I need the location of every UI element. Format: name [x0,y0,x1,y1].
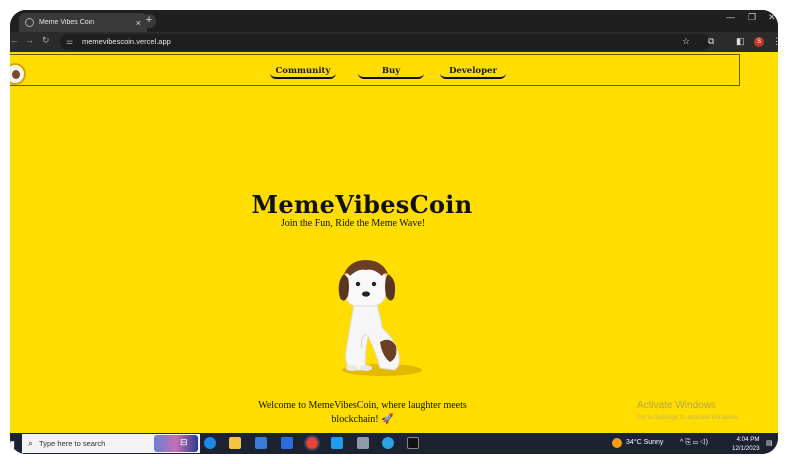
restore-button[interactable]: ❐ [748,12,756,23]
forward-arrow-icon[interactable]: → [25,35,34,45]
nav-community-link[interactable]: Community [270,65,336,79]
reload-icon[interactable]: ↻ [42,35,50,46]
weather-icon [612,438,622,448]
welcome-text: Welcome to MemeVibesCoin, where laughter… [250,399,475,427]
browser-tab-strip: Meme Vibes Coin × + — ❐ ✕ [10,10,778,32]
activate-windows-title: Activate Windows [637,400,716,411]
site-logo[interactable] [10,63,26,85]
vscode-icon[interactable] [331,437,343,449]
file-explorer-icon[interactable] [229,437,241,449]
address-bar[interactable]: ⚌ memevibescoin.vercel.app [60,34,710,50]
nav-buy-link[interactable]: Buy [358,65,424,79]
taskbar-clock[interactable]: 4:04 PM 12/1/2023 [732,435,760,453]
store-icon[interactable] [255,437,267,449]
device-frame: Meme Vibes Coin × + — ❐ ✕ ← → ↻ ⚌ memevi… [0,0,788,464]
site-navbar: Community Buy Developer [10,54,740,86]
start-button[interactable]: ▮ [10,439,15,450]
tab-favicon-icon [25,18,34,27]
welcome-line-2: blockchain! 🚀 [331,414,394,425]
terminal-icon[interactable] [407,437,419,449]
browser-tab[interactable]: Meme Vibes Coin × [19,13,147,32]
tab-title: Meme Vibes Coin [39,19,95,26]
chrome-icon[interactable] [304,435,320,451]
activate-windows-subtitle: Go to Settings to activate Windows. [637,414,740,421]
dog-mascot-image [338,260,422,376]
tray-icons[interactable]: ^ ⎘ ▭ ◁) [680,439,708,447]
clock-time: 4:04 PM [736,436,760,443]
weather-text[interactable]: 34°C Sunny [626,439,663,446]
browser-toolbar: ← → ↻ ⚌ memevibescoin.vercel.app ☆ ⧉ ◧ S… [10,32,778,52]
welcome-line-1: Welcome to MemeVibesCoin, where laughter… [258,400,467,411]
taskbar-search-placeholder: Type here to search [39,439,106,448]
nav-developer-link[interactable]: Developer [440,65,506,79]
side-panel-icon[interactable]: ◧ [736,36,745,47]
clock-date: 12/1/2023 [732,445,760,452]
edge-browser-icon[interactable] [204,437,216,449]
tab-close-icon[interactable]: × [136,18,141,28]
menu-kebab-icon[interactable]: ⋮ [772,36,778,47]
screen: Meme Vibes Coin × + — ❐ ✕ ← → ↻ ⚌ memevi… [10,10,778,454]
windows-taskbar: ▮ ⌕ Type here to search ⊟ 34°C Sunny ^ ⎘… [10,433,778,454]
bookmark-star-icon[interactable]: ☆ [682,36,690,47]
address-url[interactable]: memevibescoin.vercel.app [82,37,171,46]
minimize-button[interactable]: — [726,12,735,22]
search-icon: ⌕ [28,438,34,448]
extensions-icon[interactable]: ⧉ [708,36,714,47]
mail-icon[interactable] [281,437,293,449]
telegram-icon[interactable] [382,437,394,449]
taskbar-search-box[interactable]: ⌕ Type here to search [22,434,200,453]
back-arrow-icon[interactable]: ← [10,35,19,45]
notifications-icon[interactable]: ▤ [766,439,773,447]
close-window-button[interactable]: ✕ [768,12,776,23]
new-tab-button[interactable]: + [142,14,156,28]
site-info-icon[interactable]: ⚌ [66,37,73,46]
task-view-icon[interactable]: ⊟ [180,437,192,449]
hero-title: MemeVibesCoin [251,190,473,219]
web-page: Community Buy Developer MemeVibesCoin Jo… [10,52,778,433]
hero-tagline: Join the Fun, Ride the Meme Wave! [280,218,426,229]
app-icon[interactable] [357,437,369,449]
profile-avatar[interactable]: S [754,37,764,47]
dog-logo-icon [12,70,20,79]
